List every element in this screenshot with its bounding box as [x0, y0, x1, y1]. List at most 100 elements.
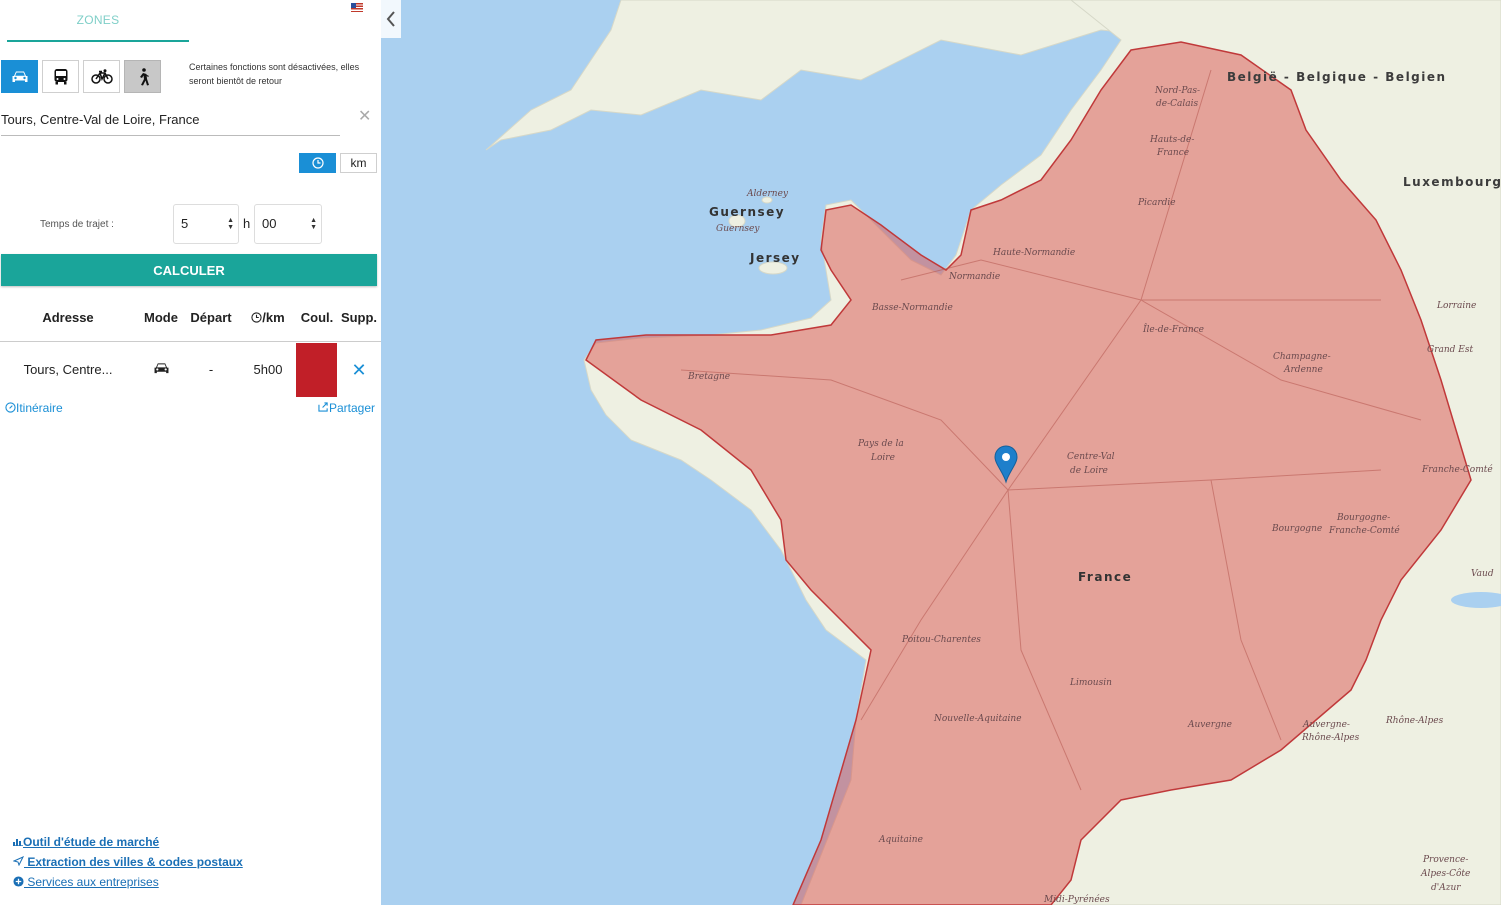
label-poitou: Poitou-Charentes — [901, 635, 981, 645]
flag-us-icon[interactable] — [351, 3, 363, 12]
row-address: Tours, Centre... — [23, 362, 113, 377]
label-lorraine: Lorraine — [1436, 301, 1476, 311]
label-bfc-2: Franche-Comté — [1328, 525, 1400, 536]
header-address: Adresse — [42, 310, 94, 325]
bus-icon — [54, 69, 67, 85]
header-departure: Départ — [190, 310, 232, 325]
share-label: Partager — [329, 401, 376, 415]
label-luxembourg: Luxembourg — [1403, 175, 1501, 189]
itinerary-label: Itinéraire — [16, 401, 63, 415]
label-champagne-1: Champagne- — [1273, 352, 1331, 362]
label-aquitaine: Aquitaine — [878, 835, 923, 845]
extraction-link[interactable]: Extraction des villes & codes postaux — [12, 852, 243, 872]
results-table-header: Adresse Mode Départ /km Coul. Supp. — [0, 296, 381, 342]
stepper-arrows-icon[interactable]: ▲ ▼ — [227, 217, 234, 231]
hours-stepper[interactable]: 5 ▲ ▼ — [173, 204, 239, 244]
unit-time-toggle[interactable] — [299, 153, 336, 173]
travel-time-label: Temps de trajet : — [40, 219, 114, 230]
header-delete: Supp. — [340, 310, 378, 325]
services-link[interactable]: Services aux entreprises — [13, 872, 243, 892]
table-row: Tours, Centre... - 5h00 ✕ — [0, 343, 381, 397]
calculate-button[interactable]: CALCULER — [1, 254, 377, 286]
itinerary-link[interactable]: Itinéraire — [5, 401, 63, 415]
send-icon — [12, 855, 25, 867]
label-paca-1: Provence- — [1422, 855, 1468, 865]
row-mode — [141, 343, 181, 397]
label-basse-normandie: Basse-Normandie — [871, 303, 953, 313]
label-jersey: Jersey — [749, 251, 801, 265]
extraction-label: Extraction des villes & codes postaux — [24, 855, 243, 869]
footer-links: Outil d'étude de marché Extraction des v… — [12, 832, 243, 892]
clock-icon — [251, 312, 262, 323]
plus-circle-icon — [13, 876, 24, 887]
label-auvergne: Auvergne — [1187, 720, 1232, 730]
share-icon — [318, 402, 328, 412]
transport-mode-group — [1, 60, 161, 93]
minutes-stepper[interactable]: 00 ▲ ▼ — [254, 204, 322, 244]
label-ara-2: Rhône-Alpes — [1301, 732, 1360, 743]
label-normandie: Normandie — [948, 272, 1000, 282]
unit-km-toggle[interactable]: km — [340, 153, 377, 173]
mode-walk-button[interactable] — [124, 60, 161, 93]
row-color-swatch[interactable] — [296, 343, 337, 397]
header-color: Coul. — [300, 310, 334, 325]
label-picardie: Picardie — [1137, 198, 1176, 208]
label-pdl-2: Loire — [870, 453, 895, 463]
tab-zones[interactable]: ZONES — [7, 0, 189, 42]
row-delete-button[interactable]: ✕ — [339, 343, 379, 397]
hours-value: 5 — [181, 216, 189, 231]
mode-bike-button[interactable] — [83, 60, 120, 93]
address-input[interactable] — [1, 104, 340, 136]
label-nouvelle-aquitaine: Nouvelle-Aquitaine — [933, 714, 1022, 724]
label-paca-2: Alpes-Côte — [1420, 868, 1470, 879]
stepper-arrows-icon[interactable]: ▲ ▼ — [310, 217, 317, 231]
row-departure: - — [208, 362, 214, 377]
label-limousin: Limousin — [1069, 678, 1112, 688]
chevron-left-icon — [386, 11, 395, 27]
label-npdc-2: de-Calais — [1156, 99, 1199, 109]
label-idf: Île-de-France — [1142, 323, 1204, 335]
label-belgium: België - Belgique - Belgien — [1227, 70, 1447, 84]
label-grand-est: Grand Est — [1427, 345, 1473, 355]
map[interactable]: België - Belgique - Belgien Luxembourg G… — [381, 0, 1501, 905]
label-hdf-1: Hauts-de- — [1149, 135, 1194, 145]
mode-note: Certaines fonctions sont désactivées, el… — [189, 62, 360, 86]
label-ara-1: Auvergne- — [1302, 720, 1350, 730]
side-panel: ZONES Certaines fonctions sont désactivé… — [0, 0, 381, 905]
label-bfc-1: Bourgogne- — [1336, 513, 1390, 523]
header-time-km: /km — [248, 296, 288, 340]
share-link[interactable]: Partager — [318, 401, 375, 415]
label-franche-comte: Franche-Comté — [1421, 464, 1493, 475]
label-hdf-2: France — [1156, 148, 1189, 158]
market-study-label: Outil d'étude de marché — [23, 835, 160, 849]
hours-unit-label: h — [243, 216, 251, 231]
label-bourgogne: Bourgogne — [1271, 524, 1322, 534]
services-label: Services aux entreprises — [24, 875, 159, 889]
clock-icon — [311, 157, 324, 169]
mode-car-button[interactable] — [1, 60, 38, 93]
label-pdl-1: Pays de la — [857, 439, 904, 449]
bar-chart-icon — [13, 839, 23, 846]
label-france: France — [1078, 570, 1132, 584]
clear-address-icon[interactable]: ✕ — [358, 106, 371, 126]
label-cvl-1: Centre-Val — [1067, 452, 1115, 462]
mode-bus-button[interactable] — [42, 60, 79, 93]
label-champagne-2: Ardenne — [1283, 365, 1323, 375]
label-guernsey-small: Guernsey — [716, 224, 760, 234]
compass-icon — [5, 402, 16, 413]
label-cvl-2: de Loire — [1070, 466, 1108, 476]
walk-icon — [139, 67, 149, 85]
header-time-km-text: /km — [262, 310, 285, 325]
label-npdc-1: Nord-Pas- — [1154, 86, 1200, 96]
label-bretagne: Bretagne — [687, 372, 730, 382]
label-paca-3: d'Azur — [1431, 883, 1461, 893]
market-study-link[interactable]: Outil d'étude de marché — [13, 832, 243, 852]
bike-icon — [90, 69, 113, 84]
collapse-panel-button[interactable] — [381, 0, 401, 38]
label-guernsey: Guernsey — [709, 205, 785, 219]
label-vaud: Vaud — [1471, 569, 1494, 579]
label-rhone-alpes: Rhône-Alpes — [1385, 715, 1444, 726]
map-canvas[interactable]: België - Belgique - Belgien Luxembourg G… — [381, 0, 1501, 905]
row-time: 5h00 — [253, 362, 283, 377]
app: ZONES Certaines fonctions sont désactivé… — [0, 0, 1501, 905]
